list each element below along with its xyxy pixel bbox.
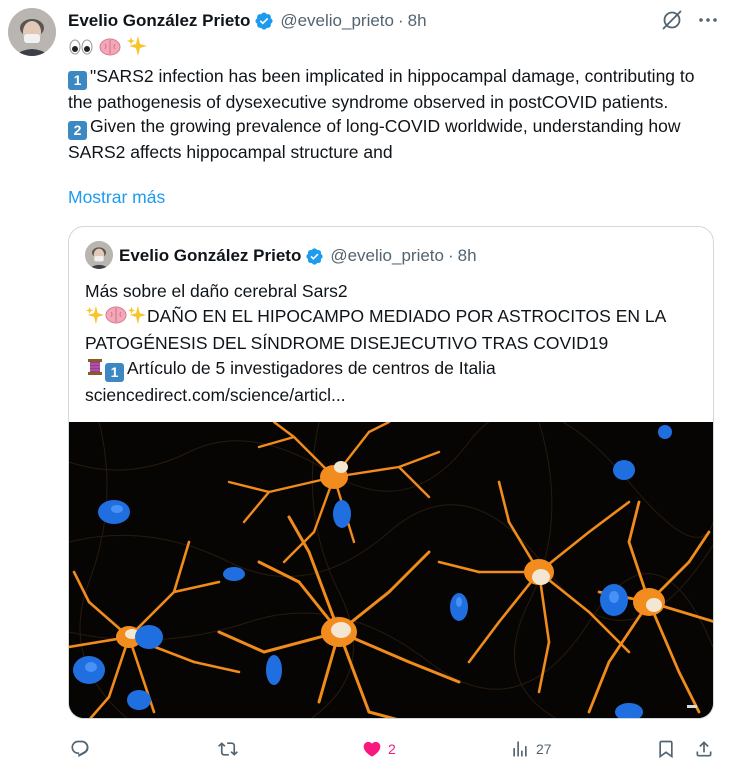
- tweet-header: Evelio González Prieto @evelio_prieto · …: [68, 9, 427, 33]
- quote-line-2: DAÑO EN EL HIPOCAMPO MEDIADO POR ASTROCI…: [85, 305, 666, 354]
- show-more-link[interactable]: Mostrar más: [68, 187, 165, 208]
- heart-icon: [362, 739, 382, 759]
- quote-timestamp: 8h: [457, 246, 477, 265]
- author-name[interactable]: Evelio González Prieto: [68, 11, 250, 31]
- reply-button[interactable]: [70, 732, 96, 766]
- more-icon[interactable]: [696, 8, 720, 32]
- grok-icon[interactable]: [660, 8, 684, 32]
- separator: ·: [397, 11, 404, 30]
- bookmark-button[interactable]: [656, 732, 676, 766]
- verified-badge-icon: [305, 247, 324, 266]
- reply-icon: [70, 739, 90, 759]
- timestamp[interactable]: 8h: [408, 11, 427, 31]
- thread-spool-emoji-icon: [85, 357, 105, 384]
- author-avatar[interactable]: [8, 8, 56, 56]
- quote-media-image[interactable]: [69, 422, 713, 718]
- share-icon: [694, 739, 714, 759]
- sparkles-emoji-icon: [85, 305, 105, 332]
- retweet-icon: [218, 739, 238, 759]
- quote-author-name: Evelio González Prieto: [119, 246, 302, 265]
- quote-author-handle: @evelio_prieto: [330, 246, 444, 265]
- bookmark-icon: [656, 739, 676, 759]
- sparkles-emoji-icon: [126, 35, 148, 64]
- brain-emoji-icon: [99, 37, 121, 64]
- views-icon: [510, 739, 530, 759]
- quote-text: Más sobre el daño cerebral Sars2 DAÑO EN…: [85, 279, 705, 408]
- keycap-1-emoji: 1: [68, 70, 87, 90]
- tweet-text: 1 "SARS2 infection has been implicated in…: [68, 35, 708, 165]
- quote-author-avatar[interactable]: [85, 241, 113, 269]
- views-count: 27: [536, 741, 552, 757]
- quote-link[interactable]: sciencedirect.com/science/articl...: [85, 383, 705, 408]
- quote-line-3: Artículo de 5 investigadores de centros …: [127, 357, 496, 378]
- quote-line-1: Más sobre el daño cerebral Sars2: [85, 281, 348, 301]
- verified-badge-icon: [254, 11, 274, 31]
- emoji-row: [68, 35, 708, 64]
- keycap-2-emoji: 2: [68, 121, 87, 141]
- sparkles-emoji-icon: [127, 305, 147, 332]
- share-button[interactable]: [694, 732, 714, 766]
- like-count: 2: [388, 741, 396, 757]
- tweet-actions: 2 27: [0, 732, 736, 766]
- quoted-tweet[interactable]: Evelio González Prieto @evelio_prieto · …: [68, 226, 714, 719]
- retweet-button[interactable]: [218, 732, 244, 766]
- quote-header: Evelio González Prieto @evelio_prieto · …: [119, 244, 477, 268]
- views-button[interactable]: 27: [510, 732, 552, 766]
- tweet-line-2: Given the growing prevalence of long-COV…: [68, 116, 681, 163]
- brain-emoji-icon: [105, 305, 127, 332]
- like-button[interactable]: 2: [362, 732, 396, 766]
- tweet-line-1: "SARS2 infection has been implicated in …: [68, 65, 695, 112]
- eyes-emoji-icon: [68, 37, 94, 64]
- author-handle[interactable]: @evelio_prieto: [280, 11, 394, 31]
- separator: ·: [447, 246, 454, 265]
- keycap-1-emoji: 1: [105, 362, 124, 382]
